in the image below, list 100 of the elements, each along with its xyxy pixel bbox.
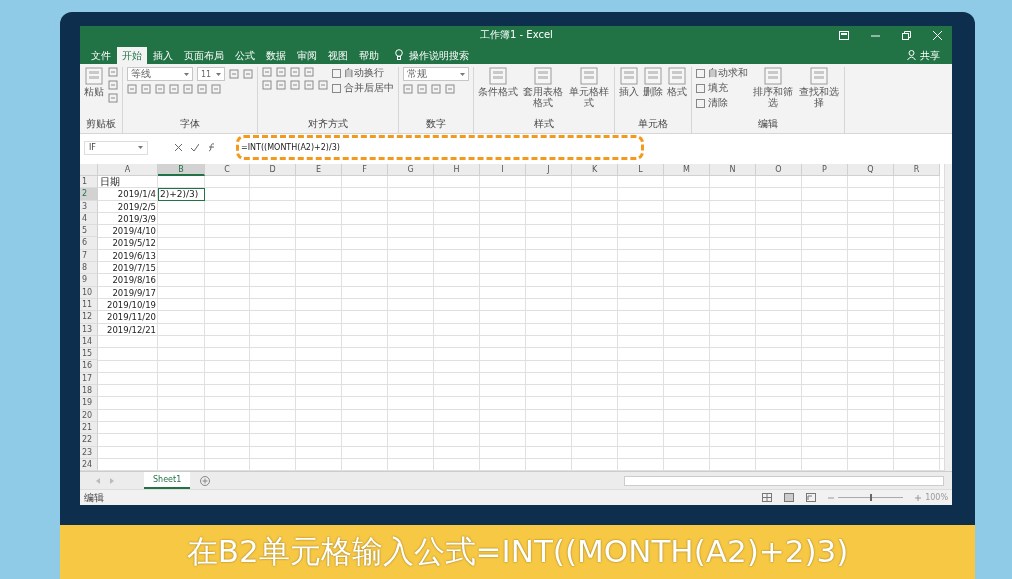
tool-icon[interactable] bbox=[169, 84, 179, 94]
page-break-icon[interactable] bbox=[806, 493, 817, 502]
tool-icon[interactable] bbox=[417, 84, 427, 94]
ribbon-button[interactable]: 插入 bbox=[619, 67, 639, 97]
ribbon-button[interactable]: 自动求和 bbox=[696, 67, 748, 79]
tool-icon[interactable] bbox=[304, 67, 314, 77]
ribbon-tab[interactable]: 数据 bbox=[261, 47, 291, 64]
table-cell[interactable]: 2019/6/13 bbox=[98, 249, 158, 263]
ribbon-tab[interactable]: 公式 bbox=[230, 47, 260, 64]
table-cell[interactable]: 2019/7/15 bbox=[98, 262, 158, 275]
ribbon-button[interactable]: 格式 bbox=[667, 67, 687, 97]
restore-icon[interactable] bbox=[902, 30, 911, 40]
normal-view-icon[interactable] bbox=[762, 493, 773, 502]
ribbon-button[interactable]: 自动换行 bbox=[332, 67, 384, 79]
tool-icon[interactable] bbox=[127, 84, 137, 94]
column-header[interactable]: P bbox=[802, 164, 848, 176]
row-header[interactable]: 19 bbox=[80, 397, 98, 410]
ribbon-tab[interactable]: 审阅 bbox=[292, 47, 322, 64]
ribbon-button[interactable]: 合并后居中 bbox=[332, 82, 394, 94]
row-header[interactable]: 2 bbox=[80, 188, 98, 201]
close-icon[interactable] bbox=[933, 30, 942, 40]
tool-icon[interactable] bbox=[290, 80, 300, 90]
formula-field[interactable]: =INT((MONTH(A2)+2)/3) bbox=[229, 139, 952, 156]
row-header[interactable]: 5 bbox=[80, 225, 98, 238]
name-box[interactable]: IF bbox=[84, 140, 148, 155]
dropdown-field[interactable]: 常规 bbox=[403, 67, 469, 81]
ribbon-tab[interactable]: 帮助 bbox=[354, 47, 384, 64]
row-header[interactable]: 1 bbox=[80, 176, 98, 189]
zoom-in-icon[interactable] bbox=[915, 494, 922, 501]
column-header[interactable]: F bbox=[342, 164, 388, 176]
table-cell[interactable]: 2019/1/4 bbox=[98, 188, 158, 201]
column-header[interactable]: J bbox=[526, 164, 572, 176]
row-header[interactable]: 18 bbox=[80, 385, 98, 398]
table-cell[interactable]: 日期 bbox=[98, 176, 158, 189]
ribbon-tab[interactable]: 开始 bbox=[117, 47, 147, 64]
column-header[interactable]: K bbox=[572, 164, 618, 176]
column-header[interactable]: R bbox=[894, 164, 940, 176]
column-header[interactable]: B bbox=[158, 164, 205, 176]
tool-icon[interactable] bbox=[290, 67, 300, 77]
column-header[interactable]: A bbox=[98, 164, 158, 176]
tool-icon[interactable] bbox=[108, 80, 118, 90]
row-header[interactable]: 12 bbox=[80, 311, 98, 324]
column-header[interactable]: N bbox=[710, 164, 756, 176]
ribbon-button[interactable]: 排序和筛选 bbox=[752, 67, 794, 108]
tell-me-search[interactable]: 操作说明搜索 bbox=[409, 47, 469, 64]
ribbon-tab[interactable]: 页面布局 bbox=[179, 47, 229, 64]
left-arrow-icon[interactable] bbox=[96, 477, 100, 484]
row-header[interactable]: 6 bbox=[80, 237, 98, 250]
cancel-icon[interactable] bbox=[175, 144, 182, 151]
column-header[interactable]: Q bbox=[848, 164, 894, 176]
tool-icon[interactable] bbox=[304, 80, 314, 90]
tool-icon[interactable] bbox=[108, 67, 118, 77]
table-cell[interactable]: 2019/4/10 bbox=[98, 225, 158, 238]
row-header[interactable]: 15 bbox=[80, 348, 98, 361]
tool-icon[interactable] bbox=[183, 84, 193, 94]
page-layout-icon[interactable] bbox=[784, 493, 795, 502]
dropdown-field[interactable]: 等线 bbox=[127, 67, 193, 81]
tool-icon[interactable] bbox=[403, 84, 413, 94]
tool-icon[interactable] bbox=[155, 84, 165, 94]
table-cell[interactable]: 2019/10/19 bbox=[98, 298, 158, 312]
ribbon-tab[interactable]: 视图 bbox=[323, 47, 353, 64]
sheet-tab[interactable]: Sheet1 bbox=[144, 472, 191, 489]
table-cell[interactable]: 2019/9/17 bbox=[98, 286, 158, 299]
column-header[interactable]: O bbox=[756, 164, 802, 176]
column-header[interactable]: G bbox=[388, 164, 434, 176]
add-sheet-icon[interactable] bbox=[200, 475, 211, 486]
column-header[interactable]: H bbox=[434, 164, 480, 176]
table-cell[interactable]: 2019/5/12 bbox=[98, 237, 158, 250]
dropdown-field[interactable]: 11 bbox=[197, 67, 225, 81]
tool-icon[interactable] bbox=[318, 80, 328, 90]
share-button[interactable]: 共享 bbox=[917, 47, 952, 64]
vertical-scrollbar[interactable] bbox=[944, 164, 952, 471]
table-cell[interactable]: 2019/12/21 bbox=[98, 323, 158, 336]
row-header[interactable]: 8 bbox=[80, 262, 98, 275]
row-header[interactable]: 22 bbox=[80, 434, 98, 447]
ribbon-tab[interactable]: 插入 bbox=[148, 47, 178, 64]
ribbon-display-icon[interactable] bbox=[839, 30, 849, 40]
ribbon-tab[interactable]: 文件 bbox=[86, 47, 116, 64]
ribbon-button[interactable]: 套用表格格式 bbox=[522, 67, 564, 108]
tool-icon[interactable] bbox=[276, 80, 286, 90]
tool-icon[interactable] bbox=[141, 84, 151, 94]
ribbon-button[interactable]: 条件格式 bbox=[478, 67, 518, 97]
ribbon-button[interactable]: 填充 bbox=[696, 82, 728, 94]
ribbon-button[interactable]: 查找和选择 bbox=[798, 67, 840, 108]
ribbon-button[interactable]: 清除 bbox=[696, 97, 728, 109]
tool-icon[interactable] bbox=[262, 67, 272, 77]
table-cell[interactable]: 2019/11/20 bbox=[98, 311, 158, 324]
select-all-button[interactable] bbox=[80, 164, 98, 176]
zoom-out-icon[interactable] bbox=[828, 496, 835, 499]
table-cell[interactable]: 2019/3/9 bbox=[98, 212, 158, 226]
right-arrow-icon[interactable] bbox=[110, 477, 114, 484]
tool-icon[interactable] bbox=[445, 84, 455, 94]
tool-icon[interactable] bbox=[211, 84, 221, 94]
column-header[interactable]: M bbox=[664, 164, 710, 176]
check-icon[interactable] bbox=[191, 144, 199, 151]
tool-icon[interactable] bbox=[197, 84, 207, 94]
function-icon[interactable] bbox=[208, 143, 216, 152]
tool-icon[interactable] bbox=[262, 80, 272, 90]
column-header[interactable]: D bbox=[250, 164, 296, 176]
tool-icon[interactable] bbox=[229, 69, 239, 79]
